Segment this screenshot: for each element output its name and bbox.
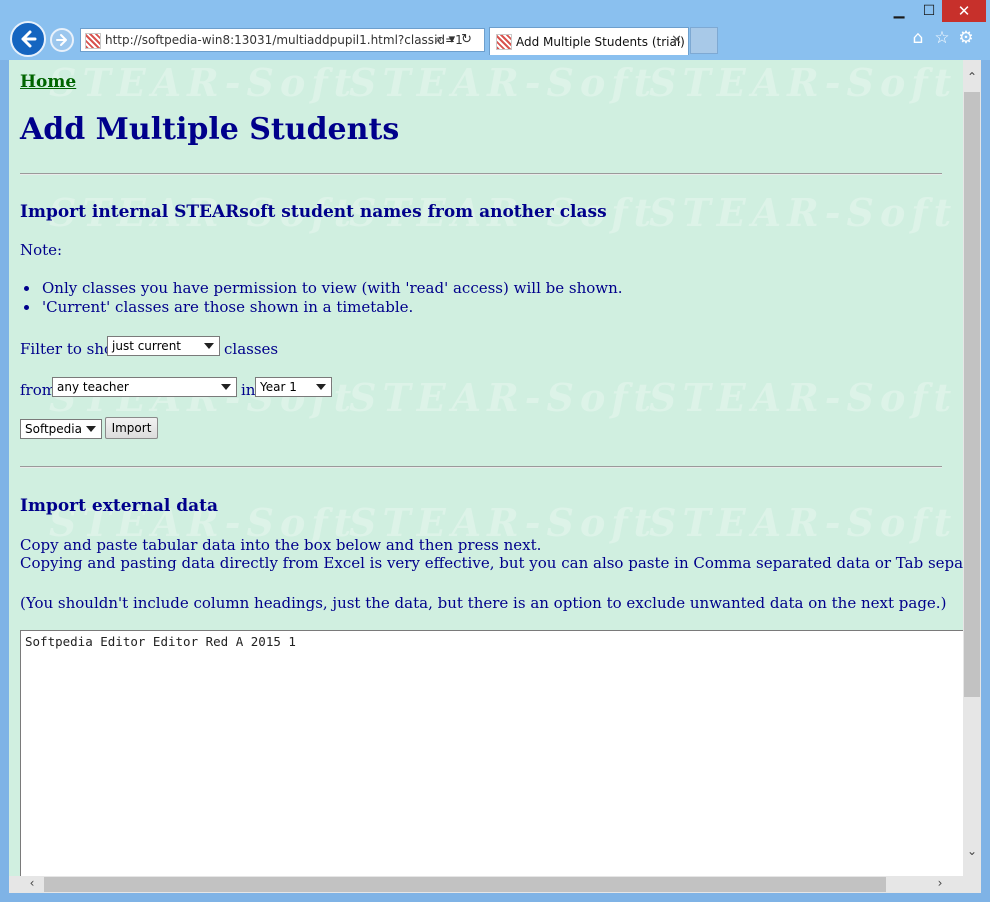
paste-data-textarea[interactable]: Softpedia Editor Editor Red A 2015 1	[20, 630, 963, 876]
chevron-down-icon	[316, 384, 326, 390]
minimize-button[interactable]: ▁	[884, 0, 914, 22]
horizontal-scrollbar[interactable]: ‹ ›	[9, 876, 963, 893]
note-item: 'Current' classes are those shown in a t…	[23, 298, 414, 316]
instruction-line: Copying and pasting data directly from E…	[20, 554, 963, 572]
class-filter-value: just current	[112, 339, 181, 353]
vertical-scroll-thumb[interactable]	[964, 92, 980, 697]
filter-suffix-label: classes	[224, 340, 279, 358]
page-title: Add Multiple Students	[20, 112, 400, 147]
home-link[interactable]: Home	[20, 72, 76, 92]
divider	[20, 173, 942, 175]
vertical-scrollbar[interactable]: ⌃ ⌄	[963, 60, 981, 876]
tab-close-icon[interactable]: ✕	[671, 33, 682, 48]
close-window-button[interactable]: ✕	[942, 0, 986, 22]
arrow-left-icon	[21, 30, 37, 48]
tab-label: Add Multiple Students (trial)	[516, 35, 685, 49]
arrow-right-icon	[56, 34, 67, 46]
watermark: STEAR-Soft	[349, 375, 658, 420]
class-filter-select[interactable]: just current	[107, 336, 220, 356]
home-icon[interactable]: ⌂	[906, 28, 930, 48]
scrollbar-corner	[963, 876, 981, 893]
in-label: in	[241, 381, 256, 399]
year-value: Year 1	[260, 380, 297, 394]
divider	[20, 466, 942, 468]
scroll-left-icon[interactable]: ‹	[23, 876, 41, 890]
watermark: STEAR-Soft	[649, 375, 958, 420]
forward-button[interactable]	[50, 28, 74, 52]
external-import-heading: Import external data	[20, 496, 218, 516]
internal-import-heading: Import internal STEARsoft student names …	[20, 202, 607, 222]
dropdown-icon[interactable]: ▾	[449, 32, 462, 47]
address-actions: ⌕▾↻	[435, 32, 478, 47]
note-label: Note:	[20, 241, 63, 259]
from-label: from	[20, 381, 56, 399]
address-text: http://softpedia-win8:13031/multiaddpupi…	[105, 33, 463, 47]
scroll-up-icon[interactable]: ⌃	[963, 70, 981, 84]
chevron-down-icon	[86, 426, 96, 432]
instruction-line: (You shouldn't include column headings, …	[20, 594, 947, 612]
watermark: STEAR-Soft	[649, 60, 958, 105]
horizontal-scroll-thumb[interactable]	[44, 877, 886, 892]
teacher-select[interactable]: any teacher	[52, 377, 237, 397]
teacher-value: any teacher	[57, 380, 129, 394]
source-class-value: Softpedia	[25, 422, 82, 436]
browser-chrome: ▁ ☐ ✕ http://softpedia-win8:13031/multia…	[0, 0, 990, 60]
watermark: STEAR-Soft	[349, 60, 658, 105]
site-favicon-icon	[85, 33, 101, 49]
browser-tab-active[interactable]: Add Multiple Students (trial) ✕	[489, 27, 689, 55]
settings-gear-icon[interactable]: ⚙	[954, 28, 978, 48]
watermark: STEAR-Soft	[649, 190, 958, 235]
scroll-down-icon[interactable]: ⌄	[963, 844, 981, 858]
maximize-button[interactable]: ☐	[914, 0, 944, 22]
import-button[interactable]: Import	[105, 417, 158, 439]
chevron-down-icon	[221, 384, 231, 390]
watermark: STEAR-Soft	[49, 60, 358, 105]
source-class-select[interactable]: Softpedia	[20, 419, 102, 439]
tab-favicon-icon	[496, 34, 512, 50]
address-bar[interactable]: http://softpedia-win8:13031/multiaddpupi…	[80, 28, 485, 52]
refresh-icon[interactable]: ↻	[461, 32, 478, 47]
scroll-right-icon[interactable]: ›	[931, 876, 949, 890]
instruction-line: Copy and paste tabular data into the box…	[20, 536, 542, 554]
search-icon[interactable]: ⌕	[435, 32, 448, 47]
new-tab-button[interactable]	[690, 27, 718, 54]
back-button[interactable]	[10, 21, 46, 57]
note-item: Only classes you have permission to view…	[24, 279, 623, 297]
watermark: STEAR-Soft	[649, 500, 958, 545]
chevron-down-icon	[204, 343, 214, 349]
page-viewport: STEAR-Soft STEAR-Soft STEAR-Soft STEAR-S…	[9, 60, 963, 876]
year-select[interactable]: Year 1	[255, 377, 332, 397]
browser-toolbar-icons: ⌂ ☆ ⚙	[906, 28, 982, 48]
favorites-star-icon[interactable]: ☆	[930, 28, 954, 48]
